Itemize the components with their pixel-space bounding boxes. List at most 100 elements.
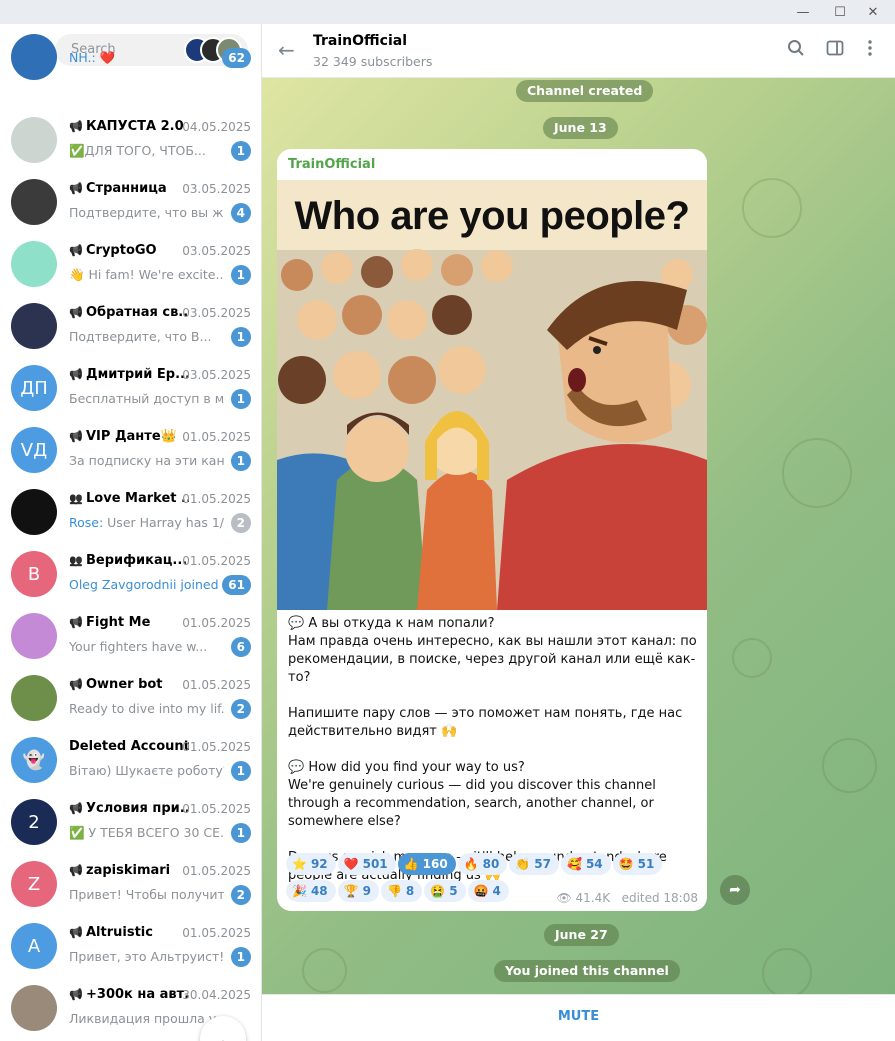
channel-title[interactable]: TrainOfficial [313, 33, 407, 49]
channel-icon: 📢 [69, 802, 83, 815]
chat-list-item[interactable]: ДП 📢 Дмитрий Ер... 03.05.2025 Бесплатный дос… [0, 358, 261, 420]
image-caption-title: Who are you people? [294, 194, 690, 238]
chat-last-message: Ready to dive into my lif... [69, 701, 224, 716]
wallpaper-doodle [822, 738, 877, 793]
chat-title: 📢 Owner bot [69, 677, 189, 692]
channel-post[interactable]: TrainOfficial Who are you people? 💬 А вы… [277, 149, 707, 911]
chat-title-text: Love Market ... [86, 491, 189, 506]
chat-list-item[interactable]: 📢 CryptoGO 03.05.2025 👋 Hi fam! We're excit… [0, 234, 261, 296]
conversation-panel: ← TrainOfficial 32 349 subscribers Chann… [262, 24, 895, 1041]
reaction-chip[interactable]: 🎉 48 [286, 880, 336, 902]
share-forward-icon[interactable]: ➦ [720, 875, 750, 905]
unread-badge: 61 [222, 575, 251, 595]
date-separator: June 13 [543, 117, 618, 139]
date-separator: June 27 [544, 924, 619, 946]
reaction-chip[interactable]: 🥰 54 [561, 853, 611, 875]
message-text: За подписку на эти кана... [69, 453, 224, 468]
chat-list-item[interactable]: 📢 Странница 03.05.2025 Подтвердите, что вы … [0, 172, 261, 234]
chat-avatar[interactable]: 2 [11, 799, 57, 845]
reaction-count: 501 [362, 857, 388, 871]
chat-title: 👥 Верификац... [69, 553, 189, 568]
reaction-chip[interactable]: 🤮 5 [424, 880, 466, 902]
chat-list-item[interactable]: В 👥 Верификац... 01.05.2025 Oleg Zavgorodnii… [0, 544, 261, 606]
chat-list-item[interactable]: Z 📢 zapiskimari 01.05.2025 Привет! Чтобы пол… [0, 854, 261, 916]
message-text: ✅ У ТЕБЯ ВСЕГО 30 СЕ... [69, 825, 224, 840]
wallpaper-doodle [302, 948, 347, 993]
reaction-chip[interactable]: 👍 160 [397, 853, 456, 875]
chat-avatar[interactable]: Z [11, 861, 57, 907]
reaction-emoji: 👍 [403, 857, 419, 871]
more-options-icon[interactable] [859, 39, 881, 61]
chat-wallpaper: Channel created June 13 TrainOfficial Wh… [262, 78, 895, 994]
chat-list-item[interactable]: 👥 Love Market ... 01.05.2025 Rose: User Har… [0, 482, 261, 544]
post-text-line [288, 831, 698, 849]
chat-list-item[interactable]: 2 📢 Условия при... 01.05.2025 ✅ У ТЕБЯ ВСЕГО… [0, 792, 261, 854]
reaction-chip[interactable]: ❤️ 501 [337, 853, 396, 875]
chat-list-panel: Search NH.: ❤️62📢КАПУСТА 2.0 ...04.05.20… [0, 24, 262, 1041]
chat-list-item[interactable]: VД 📢 VIP Данте👑 01.05.2025 За подписку на эт… [0, 420, 261, 482]
chat-list-item[interactable]: 👻 Deleted Account 01.05.2025 Вітаю) Шукаєте… [0, 730, 261, 792]
chat-title-text: Обратная св... [86, 305, 189, 320]
unread-badge: 2 [230, 885, 251, 905]
chat-list-item[interactable]: 📢 Обратная св... 03.05.2025 Подтвердите, чт… [0, 296, 261, 358]
chat-list-item[interactable]: 📢КАПУСТА 2.0 ...04.05.2025 ✅ДЛЯ ТОГО, ЧТО… [0, 110, 261, 172]
reaction-count: 160 [422, 857, 448, 871]
reaction-chip[interactable]: 🤬 4 [467, 880, 509, 902]
post-author[interactable]: TrainOfficial [288, 157, 375, 172]
chat-date: 03.05.2025 [182, 182, 251, 196]
chat-list-item[interactable]: A 📢 Altruistic 01.05.2025 Привет, это Альтру… [0, 916, 261, 978]
post-image[interactable]: Who are you people? [277, 180, 707, 610]
chat-list-item[interactable]: 📢 Fight Me 01.05.2025 Your fighters have w.… [0, 606, 261, 668]
conversation-header: ← TrainOfficial 32 349 subscribers [262, 24, 895, 78]
chat-avatar[interactable] [11, 985, 57, 1031]
bottom-action-bar: MUTE [262, 994, 895, 1041]
chat-avatar[interactable] [11, 303, 57, 349]
reaction-count: 4 [492, 884, 501, 898]
chat-date: 01.05.2025 [182, 802, 251, 816]
channel-icon: 📢 [69, 244, 83, 257]
window-titlebar: — ☐ ✕ [0, 0, 895, 24]
chat-avatar[interactable]: A [11, 923, 57, 969]
reaction-chip[interactable]: 👏 57 [509, 853, 559, 875]
chat-last-message: За подписку на эти кана... [69, 453, 224, 468]
reaction-chip[interactable]: 🔥 80 [457, 853, 508, 875]
chat-title-text: zapiskimari [86, 863, 171, 878]
chat-avatar[interactable] [11, 613, 57, 659]
chat-avatar[interactable]: В [11, 551, 57, 597]
chat-list-item[interactable]: NH.: ❤️ 62 [0, 34, 261, 110]
chat-avatar[interactable]: 👻 [11, 737, 57, 783]
chat-avatar[interactable] [11, 179, 57, 225]
chat-avatar[interactable] [11, 675, 57, 721]
unread-badge: 62 [222, 48, 251, 68]
reaction-emoji: 🎉 [292, 884, 307, 898]
chat-date: 01.05.2025 [182, 430, 251, 444]
chat-last-message: ✅ У ТЕБЯ ВСЕГО 30 СЕ... [69, 825, 224, 841]
subscriber-count: 32 349 subscribers [313, 54, 433, 69]
chat-avatar[interactable] [11, 241, 57, 287]
reaction-chip[interactable]: 🏆 9 [337, 880, 379, 902]
unread-badge: 2 [230, 513, 251, 533]
reaction-chip[interactable]: 👎 8 [380, 880, 423, 902]
chat-avatar[interactable]: ДП [11, 365, 57, 411]
chat-avatar[interactable]: VД [11, 427, 57, 473]
reaction-chip[interactable]: 🤩 51 [612, 853, 663, 875]
back-arrow-icon[interactable]: ← [278, 38, 295, 62]
chat-title: 📢 Дмитрий Ер... [69, 367, 189, 382]
sidebar-toggle-icon[interactable] [824, 39, 846, 61]
chat-title: 📢КАПУСТА 2.0 ... [69, 119, 189, 134]
reaction-count: 5 [449, 884, 458, 898]
unread-badge: 1 [230, 265, 251, 285]
channel-icon: 📢 [69, 926, 83, 939]
post-text-line [288, 687, 698, 705]
wallpaper-doodle [742, 178, 802, 238]
search-icon[interactable] [785, 39, 807, 61]
chat-title-text: Altruistic [86, 925, 153, 940]
mute-button[interactable]: MUTE [262, 1009, 895, 1024]
chat-avatar[interactable] [11, 34, 57, 80]
chat-avatar[interactable] [11, 489, 57, 535]
close-icon[interactable]: ✕ [851, 0, 895, 24]
chat-last-message: Бесплатный доступ в м... [69, 391, 224, 406]
chat-avatar[interactable] [11, 117, 57, 163]
chat-list-item[interactable]: 📢 Owner bot 01.05.2025 Ready to dive into m… [0, 668, 261, 730]
reaction-chip[interactable]: ⭐ 92 [286, 853, 336, 875]
